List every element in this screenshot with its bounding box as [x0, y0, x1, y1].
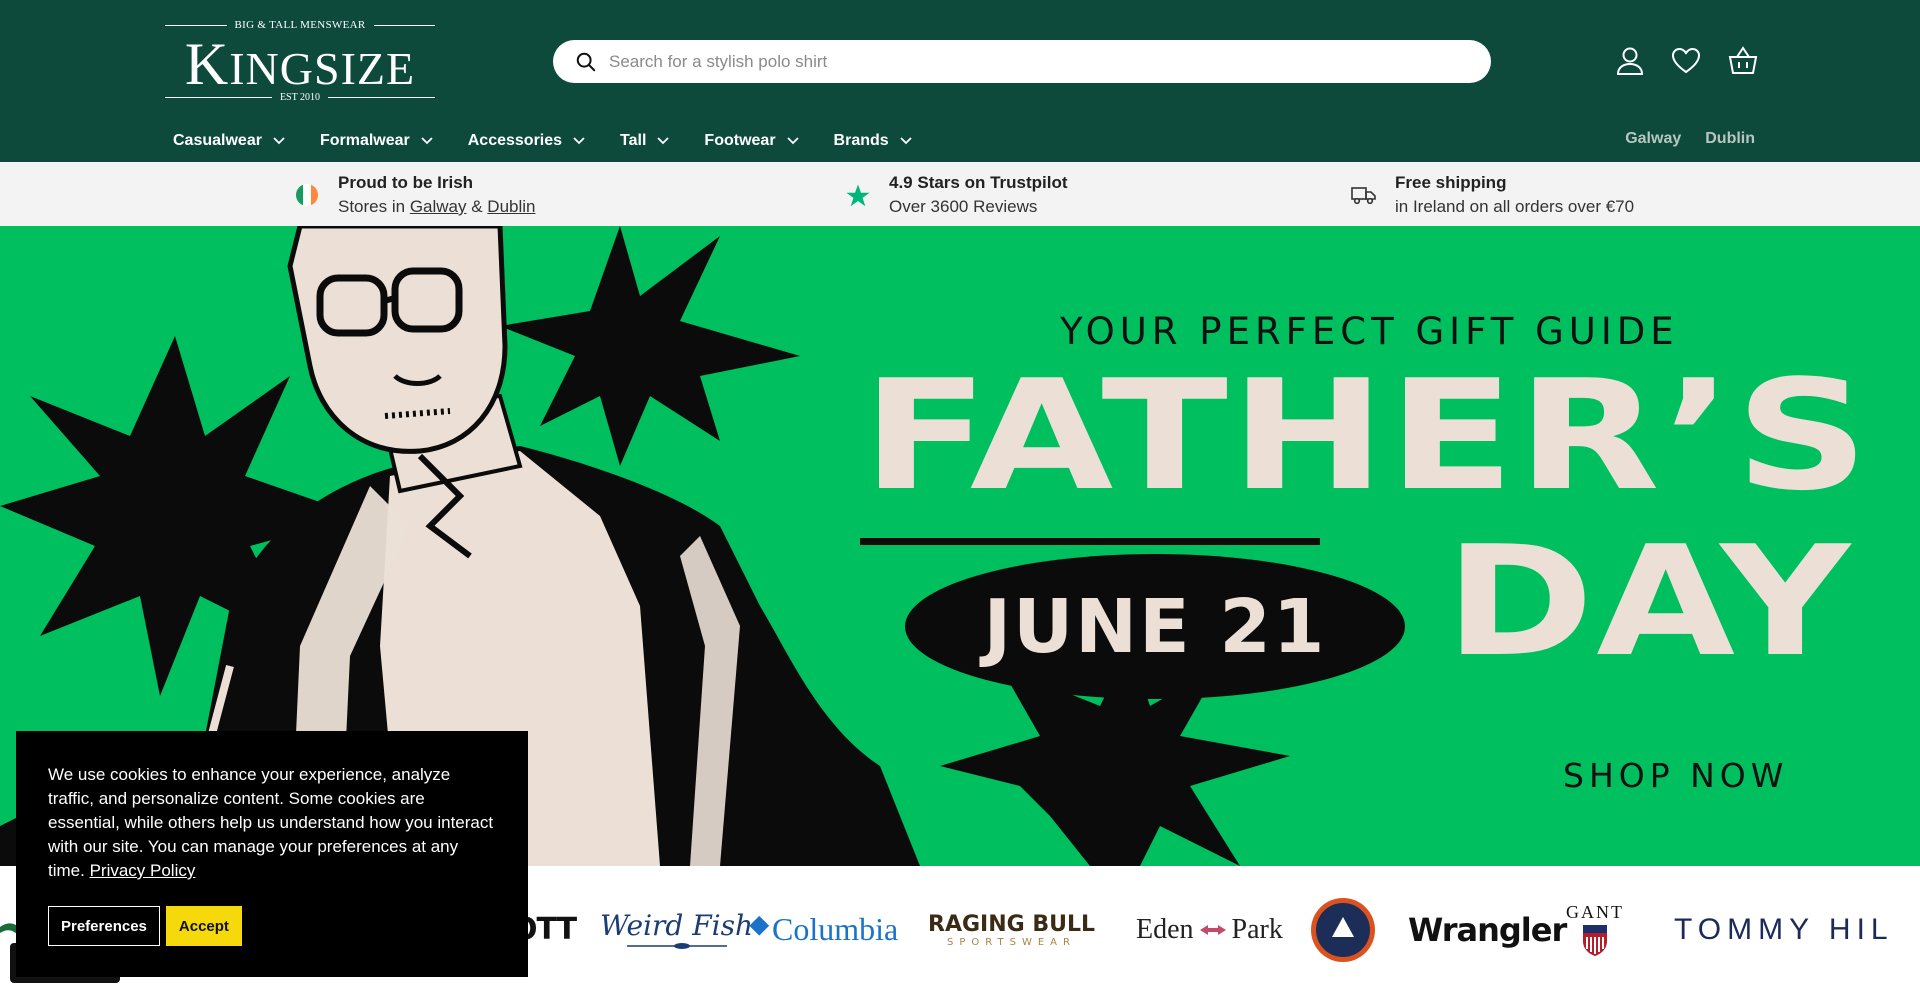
logo-tagline-bottom: EST 2010: [165, 90, 435, 104]
brand-logo-weird-fish[interactable]: Weird Fish: [600, 866, 753, 993]
usp-trustpilot-title: 4.9 Stars on Trustpilot: [889, 173, 1068, 192]
usp-bar: Proud to be Irish Stores in Galway & Dub…: [0, 162, 1920, 226]
brand-logo-wrangler[interactable]: Wrangler: [1408, 866, 1567, 993]
search-icon: [576, 52, 596, 71]
privacy-policy-link[interactable]: Privacy Policy: [90, 861, 196, 880]
hero-divider: [860, 538, 1320, 545]
brand-logo-roundel[interactable]: [1310, 866, 1376, 993]
usp-shipping: Free shipping in Ireland on all orders o…: [1351, 171, 1634, 219]
hero-headline-day: DAY: [1445, 513, 1853, 690]
shop-now-button[interactable]: SHOP NOW: [1563, 756, 1788, 795]
usp-trustpilot-subtitle: Over 3600 Reviews: [889, 197, 1038, 216]
chevron-down-icon: [273, 137, 285, 145]
cookie-banner: We use cookies to enhance your experienc…: [16, 731, 528, 977]
brand-logo-eden-park[interactable]: Eden Park: [1136, 866, 1283, 993]
nav-formalwear[interactable]: Formalwear: [320, 130, 434, 152]
kingsize-logo[interactable]: BIG & TALL MENSWEAR KINGSIZE EST 2010: [165, 18, 435, 104]
brand-logo-raging-bull[interactable]: RAGING BULL SPORTSWEAR: [928, 866, 1095, 993]
cookie-preferences-button[interactable]: Preferences: [48, 906, 160, 946]
chevron-down-icon: [900, 137, 912, 145]
cookie-accept-button[interactable]: Accept: [165, 906, 242, 946]
brand-logo-tommy-hilfiger[interactable]: TOMMY HIL: [1674, 866, 1894, 993]
usp-irish-title: Proud to be Irish: [338, 173, 474, 192]
cookie-message: We use cookies to enhance your experienc…: [48, 765, 494, 880]
chevron-down-icon: [657, 137, 670, 145]
store-link-galway[interactable]: Galway: [1625, 130, 1681, 148]
head-shape: [287, 226, 508, 454]
usp-shipping-subtitle: in Ireland on all orders over €70: [1395, 197, 1635, 216]
account-icon[interactable]: [1613, 44, 1647, 78]
hero-date: JUNE 21: [983, 583, 1327, 670]
hero-headline-fathers: FATHER’S: [862, 347, 1872, 524]
truck-icon: [1351, 182, 1377, 208]
usp-shipping-title: Free shipping: [1395, 173, 1507, 192]
brand-logo-columbia[interactable]: Columbia: [740, 866, 898, 993]
irish-flag-icon: [294, 182, 320, 208]
nav-casualwear[interactable]: Casualwear: [173, 130, 286, 152]
search-bar[interactable]: [553, 40, 1491, 83]
usp-irish-subtitle: Stores in Galway & Dublin: [338, 197, 536, 216]
main-nav: Casualwear Formalwear Accessories Tall F…: [173, 130, 947, 152]
nav-brands[interactable]: Brands: [834, 130, 913, 152]
hero-date-badge: JUNE 21: [905, 554, 1405, 699]
star-shape: [500, 226, 800, 466]
search-input[interactable]: [609, 51, 1469, 72]
chevron-down-icon: [786, 137, 799, 145]
site-header: BIG & TALL MENSWEAR KINGSIZE EST 2010 Ca…: [0, 0, 1920, 162]
store-link-dublin[interactable]: Dublin: [1705, 130, 1755, 148]
chevron-down-icon: [573, 137, 585, 145]
galway-link[interactable]: Galway: [410, 197, 467, 216]
logo-tagline-top: BIG & TALL MENSWEAR: [165, 18, 435, 32]
star-icon: [845, 182, 871, 208]
dublin-link[interactable]: Dublin: [487, 197, 535, 216]
chevron-down-icon: [421, 137, 433, 145]
usp-trustpilot: 4.9 Stars on Trustpilot Over 3600 Review…: [845, 171, 1068, 219]
basket-icon[interactable]: [1726, 44, 1760, 78]
nav-accessories[interactable]: Accessories: [468, 130, 586, 152]
wishlist-icon[interactable]: [1669, 44, 1703, 78]
nav-footwear[interactable]: Footwear: [704, 130, 799, 152]
brand-logo-gant[interactable]: GANT: [1566, 866, 1624, 993]
store-links: Galway Dublin: [1625, 130, 1755, 148]
nav-tall[interactable]: Tall: [620, 130, 670, 152]
usp-irish: Proud to be Irish Stores in Galway & Dub…: [294, 171, 536, 219]
